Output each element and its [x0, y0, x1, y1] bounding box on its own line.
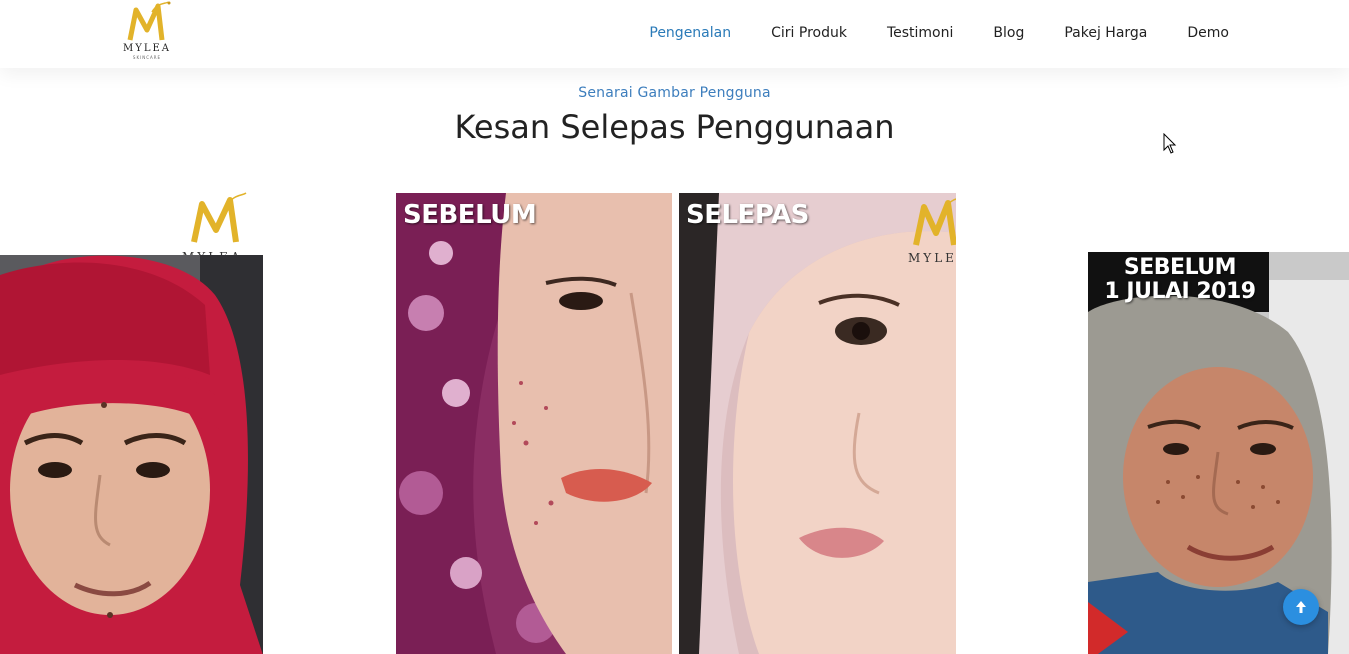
photo-before-acne — [396, 193, 672, 654]
nav-item-blog[interactable]: Blog — [993, 22, 1024, 44]
brand-logo[interactable]: MYLEA SKINCARE — [118, 0, 176, 64]
mylea-watermark-icon — [913, 198, 956, 246]
before-label-line1: SEBELUM — [1123, 255, 1237, 280]
section-eyebrow: Senarai Gambar Pengguna — [578, 85, 771, 101]
after-label: SELEPAS — [686, 200, 809, 230]
photo-woman-red-hijab — [0, 255, 263, 654]
section-title: Kesan Selepas Penggunaan — [454, 108, 895, 146]
nav-item-pengenalan[interactable]: Pengenalan — [649, 22, 731, 44]
carousel-slide-active[interactable]: SEBELUM SELEPAS MYLEA — [396, 193, 956, 654]
before-label-line2: 1 JULAI 2019 — [1104, 279, 1256, 304]
customer-photo-1 — [0, 255, 263, 654]
watermark-logo: MYLEA — [904, 193, 956, 269]
mylea-watermark-icon — [191, 192, 247, 243]
carousel-slide-previous[interactable]: MYLEA — [0, 190, 263, 654]
nav-item-demo[interactable]: Demo — [1187, 22, 1229, 44]
main-nav: Pengenalan Ciri Produk Testimoni Blog Pa… — [609, 22, 1229, 44]
scroll-to-top-button[interactable] — [1283, 589, 1319, 625]
site-header: MYLEA SKINCARE Pengenalan Ciri Produk Te… — [0, 0, 1349, 68]
logo-word: MYLEA — [122, 43, 171, 54]
mouse-cursor-icon — [1163, 132, 1177, 159]
watermark-word: MYLEA — [908, 251, 956, 265]
nav-item-ciri-produk[interactable]: Ciri Produk — [771, 22, 847, 44]
before-photo: SEBELUM — [396, 193, 672, 654]
nav-item-pakej-harga[interactable]: Pakej Harga — [1064, 22, 1147, 44]
arrow-up-icon — [1296, 601, 1306, 613]
mylea-logo-icon — [127, 1, 171, 41]
before-date-label: SEBELUM 1 JULAI 2019 — [1100, 256, 1260, 304]
before-label: SEBELUM — [403, 200, 537, 230]
logo-subtitle: SKINCARE — [132, 55, 162, 60]
nav-item-testimoni[interactable]: Testimoni — [887, 22, 953, 44]
